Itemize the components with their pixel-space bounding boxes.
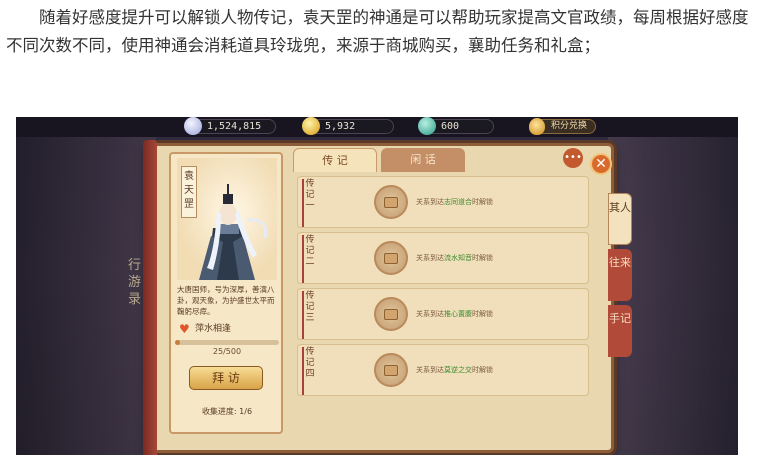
game-screenshot: 1,524,815 5,932 600 积分兑换 行游录 袁天罡 大唐国师，号为… bbox=[16, 117, 738, 455]
biography-label: 传记二 bbox=[302, 235, 316, 283]
gold-value: 5,932 bbox=[325, 121, 356, 132]
jade-icon bbox=[418, 117, 436, 135]
chat-bubble-icon[interactable]: ••• bbox=[563, 148, 583, 168]
side-tab-person[interactable]: 其人 bbox=[608, 193, 632, 245]
affinity-label: 萍水相逢 bbox=[195, 324, 232, 334]
gold-coin-icon bbox=[302, 117, 320, 135]
character-name: 袁天罡 bbox=[181, 166, 197, 218]
points-exchange-label: 积分兑换 bbox=[550, 121, 587, 131]
jade-value: 600 bbox=[441, 121, 460, 132]
broken-heart-icon: ♥ bbox=[179, 322, 190, 336]
list-item[interactable]: 传记二 关系到达流水知音时解锁 bbox=[297, 232, 589, 284]
affinity-level: ♥ 萍水相逢 bbox=[179, 322, 279, 336]
gold-counter: 5,932 bbox=[302, 117, 394, 135]
affinity-progress-fill bbox=[175, 340, 181, 345]
biography-label: 传记一 bbox=[302, 179, 316, 227]
tab-chat[interactable]: 闲 话 bbox=[381, 148, 465, 172]
character-card: 袁天罡 大唐国师，号为深厚，善演八卦，观天象，为护盛世太平而鞠躬尽瘁。 ♥ 萍水… bbox=[169, 152, 283, 434]
collection-progress: 收集进度: 1/6 bbox=[201, 407, 253, 416]
affinity-progress-bar bbox=[175, 340, 279, 345]
side-tab-interactions[interactable]: 往来 bbox=[608, 249, 632, 301]
locked-book-icon bbox=[374, 297, 408, 331]
list-item[interactable]: 传记四 关系到达莫逆之交时解锁 bbox=[297, 344, 589, 396]
affinity-count: 25/500 bbox=[212, 347, 242, 356]
character-bio: 大唐国师，号为深厚，善演八卦，观天象，为护盛世太平而鞠躬尽瘁。 bbox=[177, 285, 275, 316]
panel-scroll-edge bbox=[143, 140, 157, 455]
article-paragraph: 随着好感度提升可以解锁人物传记，袁天罡的神通是可以帮助玩家提高文官政绩，每周根据… bbox=[6, 8, 749, 55]
biography-label: 传记三 bbox=[302, 291, 316, 339]
tab-biography[interactable]: 传 记 bbox=[293, 148, 377, 172]
list-item[interactable]: 传记三 关系到达推心置腹时解锁 bbox=[297, 288, 589, 340]
unlock-condition: 关系到达莫逆之交时解锁 bbox=[416, 366, 493, 374]
biography-label: 传记四 bbox=[302, 347, 316, 395]
pearl-icon bbox=[184, 117, 202, 135]
locked-book-icon bbox=[374, 241, 408, 275]
character-portrait: 袁天罡 bbox=[177, 158, 277, 280]
money-bag-icon bbox=[529, 118, 545, 135]
close-icon[interactable]: ✕ bbox=[590, 153, 612, 175]
unlock-condition: 关系到达推心置腹时解锁 bbox=[416, 310, 493, 318]
locked-book-icon bbox=[374, 353, 408, 387]
visit-button[interactable]: 拜 访 bbox=[189, 366, 263, 390]
unlock-condition: 关系到达流水知音时解锁 bbox=[416, 254, 493, 262]
character-panel: 袁天罡 大唐国师，号为深厚，善演八卦，观天象，为护盛世太平而鞠躬尽瘁。 ♥ 萍水… bbox=[143, 140, 614, 455]
biography-list: 传记一 关系到达志同道合时解锁 传记二 关系到达流水知音时解锁 传记三 关系到达… bbox=[297, 176, 589, 434]
pearl-counter: 1,524,815 bbox=[184, 117, 276, 135]
locked-book-icon bbox=[374, 185, 408, 219]
resource-bar: 1,524,815 5,932 600 积分兑换 bbox=[16, 117, 738, 137]
jade-counter: 600 bbox=[418, 117, 494, 135]
pearl-value: 1,524,815 bbox=[207, 121, 262, 132]
list-item[interactable]: 传记一 关系到达志同道合时解锁 bbox=[297, 176, 589, 228]
points-exchange-button[interactable]: 积分兑换 bbox=[529, 118, 596, 135]
side-tab-notes[interactable]: 手记 bbox=[608, 305, 632, 357]
unlock-condition: 关系到达志同道合时解锁 bbox=[416, 198, 493, 206]
